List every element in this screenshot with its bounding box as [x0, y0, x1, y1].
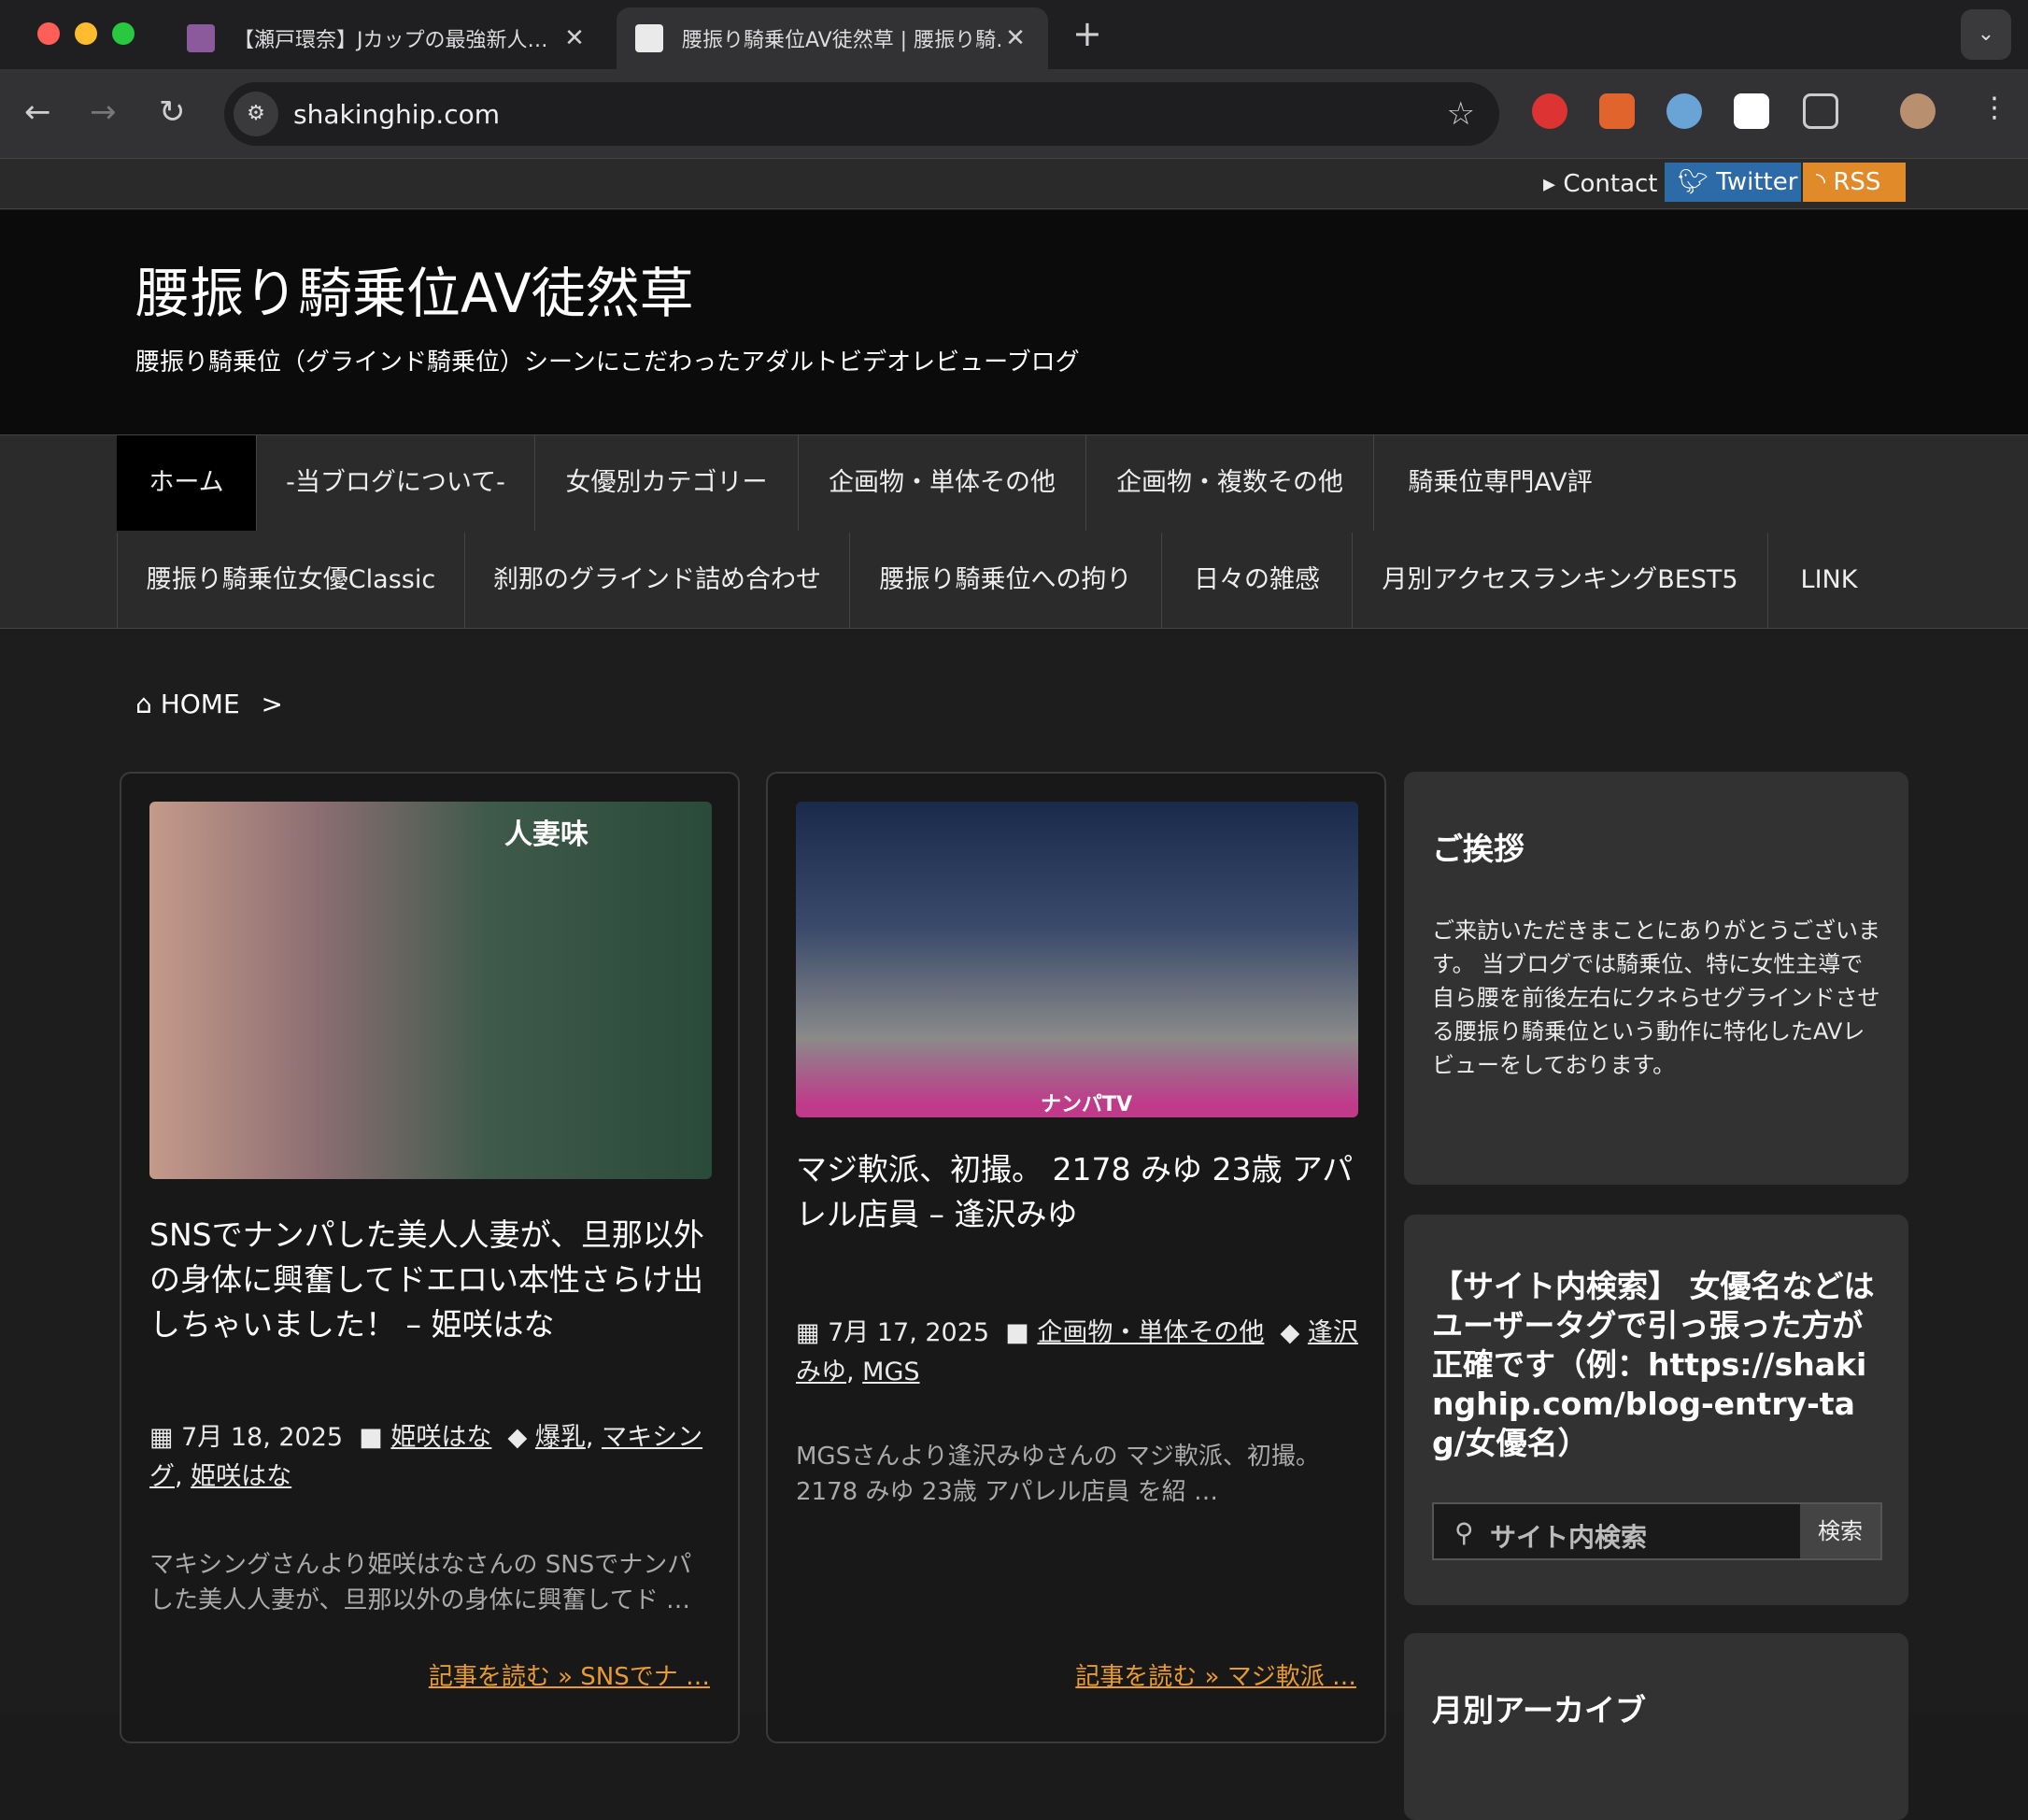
post-category-link[interactable]: 姫咲はな [390, 1423, 491, 1452]
bookmark-star-icon[interactable]: ☆ [1447, 95, 1475, 133]
nav-commitment[interactable]: 腰振り騎乗位への拘り [850, 533, 1162, 628]
read-more-link[interactable]: 記事を読む » マジ軟派 … [1075, 1657, 1356, 1692]
search-widget-title: 【サイト内検索】 女優名などはユーザータグで引っ張った方が正確です（例：http… [1432, 1268, 1875, 1461]
browser-menu-icon[interactable]: ⋮ [1980, 92, 2008, 124]
minimize-window-button[interactable] [75, 22, 97, 45]
home-icon: ⌂ [135, 689, 161, 719]
nav-grind-collection[interactable]: 刹那のグラインド詰め合わせ [465, 533, 850, 628]
greeting-text: ご来訪いただきまことにありがとうございます。 当ブログでは騎乗位、特に女性主導で… [1432, 917, 1880, 1078]
thumbnail-label: ナンパTV [1041, 1093, 1133, 1116]
browser-toolbar: ← → ↻ ⚙ shakinghip.com ☆ [0, 69, 2028, 159]
site-description: 腰振り騎乗位（グラインド騎乗位）シーンにこだわったアダルトビデオレビューブログ [135, 348, 1080, 377]
tab-title: 腰振り騎乗位AV徒然草 | 腰振り騎… [682, 29, 1001, 52]
tag-link[interactable]: 爆乳 [535, 1423, 586, 1452]
search-widget: 【サイト内検索】 女優名などはユーザータグで引っ張った方が正確です（例：http… [1404, 1215, 1908, 1605]
site-header: 腰振り騎乗位AV徒然草 腰振り騎乗位（グラインド騎乗位）シーンにこだわったアダル… [0, 210, 2028, 434]
extension-send-icon[interactable] [1734, 93, 1769, 129]
post-title[interactable]: マジ軟派、初撮。 2178 みゆ 23歳 アパレル店員 – 逢沢みゆ [796, 1147, 1358, 1237]
nav-classic[interactable]: 腰振り騎乗位女優Classic [117, 533, 465, 628]
close-tab-icon[interactable]: ✕ [560, 24, 589, 52]
post-card-1: 人妻味 SNSでナンパした美人人妻が、旦那以外の身体に興奮してドエロい本性さらけ… [120, 772, 740, 1743]
close-tab-icon[interactable]: ✕ [1001, 24, 1029, 52]
site-title[interactable]: 腰振り騎乗位AV徒然草 [135, 249, 694, 328]
close-window-button[interactable] [37, 22, 60, 45]
zoom-window-button[interactable] [112, 22, 135, 45]
folder-icon: ■ [997, 1318, 1038, 1347]
breadcrumb: ⌂ HOME > [135, 689, 283, 719]
read-more-link[interactable]: 記事を読む » SNSでナ … [429, 1657, 710, 1692]
site-topbar: ▸ Contact 🐦︎ Twitter ◝ RSS [0, 159, 2028, 209]
extension-block-icon[interactable] [1532, 93, 1567, 129]
post-title[interactable]: SNSでナンパした美人人妻が、旦那以外の身体に興奮してドエロい本性さらけ出しちゃ… [149, 1213, 712, 1347]
rss-label: RSS [1833, 168, 1881, 196]
thumbnail-label: 人妻味 [504, 818, 589, 851]
back-arrow-icon[interactable]: ← [24, 93, 51, 131]
nav-single-other[interactable]: 企画物・単体その他 [799, 435, 1086, 531]
reload-icon[interactable]: ↻ [159, 93, 186, 131]
twitter-button[interactable]: 🐦︎ Twitter [1665, 163, 1801, 202]
folder-icon: ■ [350, 1423, 391, 1452]
tab-search-chevron-icon[interactable]: ⌄ [1961, 9, 2011, 60]
profile-avatar[interactable] [1900, 93, 1936, 129]
post-meta: ▦ 7月 18, 2025 ■ 姫咲はな ◆ 爆乳, マキシング, 姫咲はな [149, 1423, 703, 1491]
post-excerpt: MGSさんより逢沢みゆさんの マジ軟派、初撮。 2178 みゆ 23歳 アパレル… [796, 1443, 1320, 1506]
tag-icon: ◆ [499, 1423, 535, 1452]
forward-arrow-icon[interactable]: → [90, 93, 117, 131]
twitter-bird-icon: 🐦︎ [1678, 168, 1717, 196]
site-search-form: ⚲ サイト内検索 検索 [1432, 1502, 1882, 1560]
new-tab-button[interactable]: + [1072, 13, 1102, 54]
calendar-icon: ▦ [149, 1423, 182, 1452]
contact-label: Contact [1563, 170, 1658, 198]
breadcrumb-separator: > [261, 689, 284, 719]
post-card-2: ナンパTV マジ軟派、初撮。 2178 みゆ 23歳 アパレル店員 – 逢沢みゆ… [766, 772, 1386, 1743]
browser-tab-2-active[interactable]: 腰振り騎乗位AV徒然草 | 腰振り騎… ✕ [617, 7, 1048, 69]
post-date: 7月 17, 2025 [828, 1318, 990, 1347]
nav-link[interactable]: LINK [1768, 533, 1890, 628]
address-bar[interactable]: ⚙ shakinghip.com ☆ [224, 82, 1499, 146]
greeting-widget: ご挨拶 ご来訪いただきまことにありがとうございます。 当ブログでは騎乗位、特に女… [1404, 772, 1908, 1185]
nav-actress-category[interactable]: 女優別カテゴリー [535, 435, 799, 531]
nav-home[interactable]: ホーム [117, 435, 257, 531]
post-excerpt: マキシングさんより姫咲はなさんの SNSでナンパした美人人妻が、旦那以外の身体に… [149, 1551, 692, 1614]
extension-megaphone-icon[interactable] [1599, 93, 1635, 129]
greeting-title: ご挨拶 [1432, 831, 1525, 867]
post-date: 7月 18, 2025 [181, 1423, 344, 1452]
rss-button[interactable]: ◝ RSS [1803, 163, 1906, 202]
site-info-icon[interactable]: ⚙ [234, 92, 278, 136]
post-thumbnail[interactable]: ナンパTV [796, 802, 1358, 1117]
post-meta: ▦ 7月 17, 2025 ■ 企画物・単体その他 ◆ 逢沢みゆ, MGS [796, 1318, 1358, 1386]
calendar-icon: ▦ [796, 1318, 829, 1347]
url-text: shakinghip.com [293, 99, 501, 130]
nav-monthly-ranking[interactable]: 月別アクセスランキングBEST5 [1353, 533, 1768, 628]
rss-icon: ◝ [1816, 168, 1834, 196]
nav-about[interactable]: -当ブログについて- [257, 435, 535, 531]
nav-daily-thoughts[interactable]: 日々の雑感 [1162, 533, 1353, 628]
tag-icon: ◆ [1271, 1318, 1308, 1347]
archive-title: 月別アーカイブ [1432, 1692, 1647, 1728]
tab-favicon-icon [635, 24, 663, 52]
post-thumbnail[interactable]: 人妻味 [149, 802, 712, 1179]
browser-tab-1[interactable]: 【瀬戸環奈】Jカップの最強新人… ✕ [168, 7, 607, 69]
search-icon: ⚲ [1454, 1517, 1474, 1548]
tab-title: 【瀬戸環奈】Jカップの最強新人… [234, 29, 548, 52]
archive-widget: 月別アーカイブ [1404, 1633, 1908, 1820]
post-category-link[interactable]: 企画物・単体その他 [1037, 1318, 1264, 1347]
extension-spy-icon[interactable] [1666, 93, 1702, 129]
search-button[interactable]: 検索 [1800, 1504, 1880, 1558]
tag-link[interactable]: 姫咲はな [191, 1462, 291, 1491]
main-navigation: ホーム -当ブログについて- 女優別カテゴリー 企画物・単体その他 企画物・複数… [0, 434, 2028, 629]
nav-multi-other[interactable]: 企画物・複数その他 [1086, 435, 1374, 531]
extensions-puzzle-icon[interactable] [1803, 93, 1838, 129]
main-content: ⌂ HOME > 人妻味 SNSでナンパした美人人妻が、旦那以外の身体に興奮して… [0, 629, 2028, 1820]
tag-link[interactable]: MGS [862, 1358, 919, 1386]
twitter-label: Twitter [1716, 168, 1798, 196]
contact-link[interactable]: ▸ Contact [1543, 170, 1657, 198]
browser-tab-strip: 【瀬戸環奈】Jカップの最強新人… ✕ 腰振り騎乗位AV徒然草 | 腰振り騎… ✕… [0, 0, 2028, 69]
tab-favicon-icon [187, 24, 215, 52]
nav-cowgirl-review[interactable]: 騎乗位専門AV評 [1374, 435, 1626, 531]
search-input[interactable]: サイト内検索 [1490, 1517, 1647, 1555]
breadcrumb-home-link[interactable]: HOME [161, 689, 240, 719]
